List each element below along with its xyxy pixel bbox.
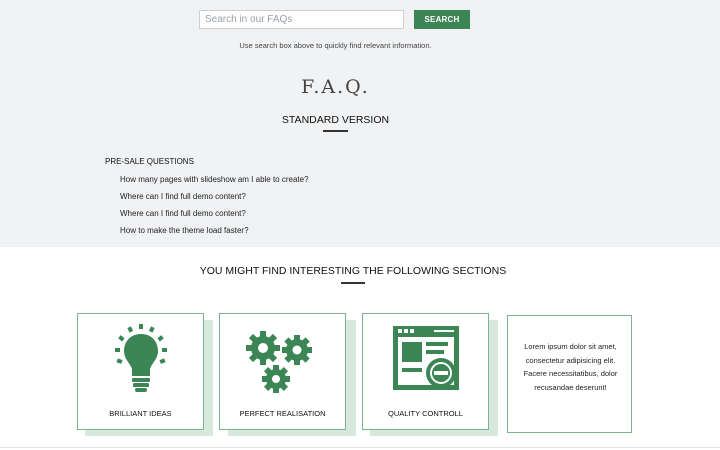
search-button[interactable]: SEARCH	[414, 10, 470, 29]
search-hint: Use search box above to quickly find rel…	[239, 41, 432, 50]
section-divider	[0, 447, 720, 448]
search-input[interactable]	[199, 10, 404, 29]
page-subtitle: STANDARD VERSION	[281, 114, 390, 126]
section-card-text[interactable]: Lorem ipsum dolor sit amet, consectetur …	[507, 315, 632, 433]
page-title: F.A.Q.	[301, 76, 370, 98]
section-card-ideas[interactable]: BRILLIANT IDEAS	[77, 313, 204, 430]
lightbulb-icon	[78, 324, 203, 396]
gears-icon	[220, 324, 345, 396]
section-card-quality[interactable]: QUALITY CONTROLL	[362, 313, 489, 430]
section-card-realisation[interactable]: PERFECT REALISATION	[219, 313, 346, 430]
related-sections-divider	[341, 282, 365, 284]
related-sections-heading: YOU MIGHT FIND INTERESTING THE FOLLOWING…	[199, 265, 507, 277]
title-divider	[323, 130, 348, 132]
faq-question[interactable]: Where can I find full demo content?	[120, 209, 246, 218]
card-label: QUALITY CONTROLL	[388, 409, 463, 418]
card-label: BRILLIANT IDEAS	[109, 409, 172, 418]
browser-window-icon	[363, 324, 488, 396]
faq-question[interactable]: Where can I find full demo content?	[120, 192, 246, 201]
card-description: Lorem ipsum dolor sit amet, consectetur …	[523, 342, 618, 392]
faq-question[interactable]: How many pages with slideshow am I able …	[120, 175, 309, 184]
faq-question[interactable]: How to make the theme load faster?	[120, 226, 249, 235]
card-label: PERFECT REALISATION	[239, 409, 326, 418]
faq-category-label: PRE-SALE QUESTIONS	[105, 157, 194, 166]
